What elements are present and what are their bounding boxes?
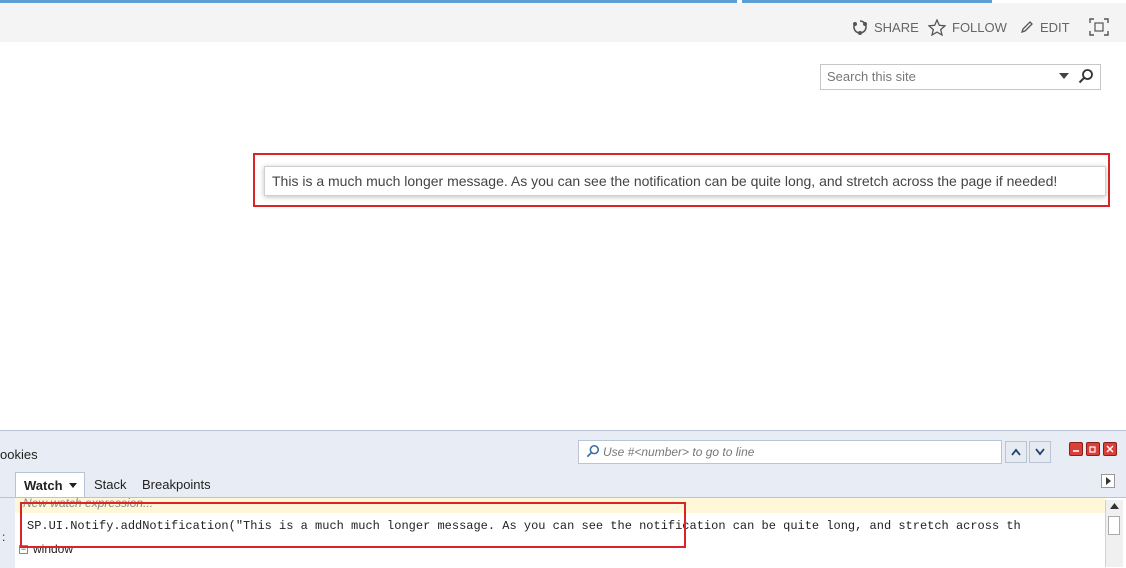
- expand-pane-button[interactable]: [1101, 474, 1115, 488]
- highlight-box-expression: [20, 502, 686, 548]
- goto-line-input[interactable]: Use #<number> to go to line: [603, 445, 754, 459]
- close-icon: [1106, 445, 1114, 453]
- suite-bar: SHARE FOLLOW EDIT: [0, 3, 1126, 42]
- devtools-header: ookies Use #<number> to go to line: [0, 431, 1126, 467]
- share-label: SHARE: [874, 19, 919, 35]
- notification-message: This is a much much longer message. As y…: [264, 166, 1106, 196]
- next-match-button[interactable]: [1029, 441, 1051, 463]
- restore-button[interactable]: [1086, 442, 1100, 456]
- minimize-icon: [1073, 450, 1079, 452]
- cookies-menu-label[interactable]: ookies: [0, 447, 38, 462]
- gutter-marker: :: [2, 530, 6, 544]
- star-icon: [928, 18, 946, 36]
- search-icon: [586, 444, 600, 458]
- goto-line-box[interactable]: Use #<number> to go to line: [578, 440, 1002, 464]
- share-button[interactable]: SHARE: [852, 17, 919, 37]
- scrollbar-thumb[interactable]: [1108, 516, 1120, 535]
- minimize-button[interactable]: [1069, 442, 1083, 456]
- follow-label: FOLLOW: [952, 19, 1007, 35]
- tab-watch-label: Watch: [24, 477, 63, 493]
- chevron-down-icon: [1035, 448, 1045, 456]
- search-box[interactable]: Search this site: [820, 64, 1101, 90]
- tab-stack[interactable]: Stack: [94, 472, 127, 497]
- search-input[interactable]: Search this site: [827, 69, 916, 84]
- restore-icon: [1089, 446, 1096, 453]
- edit-label: EDIT: [1040, 19, 1070, 35]
- focus-on-content-button[interactable]: [1089, 17, 1115, 37]
- chevron-right-icon: [1106, 477, 1111, 485]
- tab-watch[interactable]: Watch: [15, 472, 85, 497]
- focus-icon: [1089, 18, 1109, 36]
- scroll-up-icon[interactable]: [1110, 503, 1119, 509]
- tab-breakpoints[interactable]: Breakpoints: [142, 472, 211, 497]
- chevron-down-icon: [68, 483, 77, 488]
- share-icon: [853, 20, 867, 35]
- devtools-tab-bar: Watch Stack Breakpoints: [0, 467, 1126, 498]
- pencil-icon: [1020, 21, 1033, 34]
- previous-match-button[interactable]: [1005, 441, 1027, 463]
- chevron-up-icon: [1011, 448, 1021, 456]
- search-icon[interactable]: [1078, 68, 1094, 84]
- watch-scrollbar[interactable]: [1105, 500, 1123, 567]
- edit-button[interactable]: EDIT: [1020, 17, 1070, 37]
- chevron-down-icon[interactable]: [1058, 70, 1070, 82]
- close-button[interactable]: [1103, 442, 1117, 456]
- follow-button[interactable]: FOLLOW: [928, 17, 1007, 37]
